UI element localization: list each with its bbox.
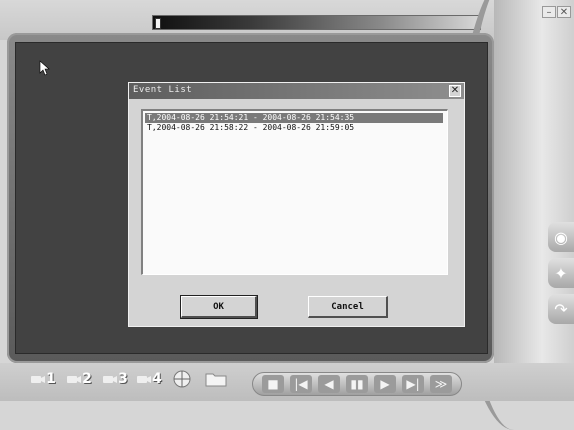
next-button[interactable]: ▶| [402,375,424,393]
list-item[interactable]: T,2004-08-26 21:54:21 - 2004-08-26 21:54… [145,113,443,123]
play-icon: ▶ [380,377,390,391]
previous-button[interactable]: |◀ [290,375,312,393]
camera-4-button[interactable]: 4 [133,367,165,391]
play-button[interactable]: ▶ [374,375,396,393]
export-button[interactable]: ↷ [548,294,574,324]
close-window-button[interactable]: ✕ [557,6,571,18]
camera-number: 1 [46,371,56,387]
dialog-close-button[interactable]: ✕ [449,85,461,97]
timeline-handle[interactable] [155,18,161,29]
camera-icon [31,376,46,383]
camera-number: 2 [82,371,92,387]
stop-icon: ■ [267,377,279,391]
dialog-title-bar[interactable]: Event List ✕ [129,83,464,99]
tools-icon: ✦ [554,263,568,283]
quad-view-icon [173,370,191,388]
event-listbox[interactable]: T,2004-08-26 21:54:21 - 2004-08-26 21:54… [141,109,448,275]
quad-view-button[interactable] [166,367,198,391]
dialog-title: Event List [133,85,193,95]
rewind-button[interactable]: ◀ [318,375,340,393]
camera-icon [103,376,118,383]
camera-snapshot-icon: ◉ [554,227,568,247]
camera-icon [67,376,82,383]
event-list-dialog: Event List ✕ T,2004-08-26 21:54:21 - 200… [128,82,465,327]
camera-1-button[interactable]: 1 [27,367,59,391]
playback-timeline[interactable] [152,15,481,30]
open-folder-button[interactable] [200,367,232,391]
list-item[interactable]: T,2004-08-26 21:58:22 - 2004-08-26 21:59… [145,123,443,133]
camera-number: 3 [118,371,128,387]
mouse-cursor-icon [39,60,50,76]
right-panel: – ✕ [454,0,574,430]
capture-button[interactable]: ◉ [548,222,574,252]
camera-number: 4 [152,371,162,387]
fast-forward-icon: ≫ [434,377,448,391]
camera-2-button[interactable]: 2 [63,367,95,391]
camera-icon [137,376,152,383]
settings-button[interactable]: ✦ [548,258,574,288]
skip-forward-icon: ▶| [406,377,420,391]
pause-button[interactable]: ▮▮ [346,375,368,393]
fast-forward-button[interactable]: ≫ [430,375,452,393]
pause-icon: ▮▮ [350,377,364,391]
close-icon: ✕ [450,85,460,96]
skip-back-icon: |◀ [294,377,308,391]
folder-icon [205,373,227,387]
arrow-curve-icon: ↷ [554,299,568,319]
rewind-icon: ◀ [324,377,334,391]
ok-button[interactable]: OK [180,295,258,319]
camera-3-button[interactable]: 3 [99,367,131,391]
stop-button[interactable]: ■ [262,375,284,393]
playback-controls: ■ |◀ ◀ ▮▮ ▶ ▶| ≫ [252,372,462,396]
minimize-button[interactable]: – [542,6,556,18]
cancel-button[interactable]: Cancel [308,296,388,318]
